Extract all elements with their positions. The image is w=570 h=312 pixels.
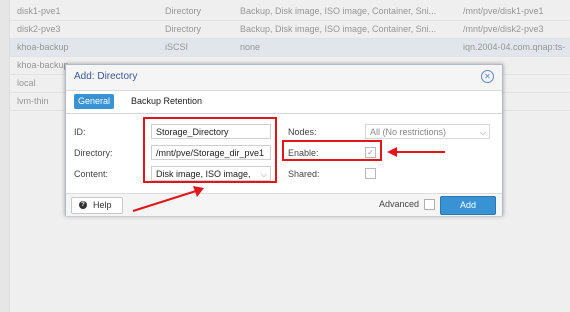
arrow-to-enable (387, 147, 445, 157)
annotation-arrows (132, 147, 445, 212)
arrow-to-fields (132, 186, 204, 212)
